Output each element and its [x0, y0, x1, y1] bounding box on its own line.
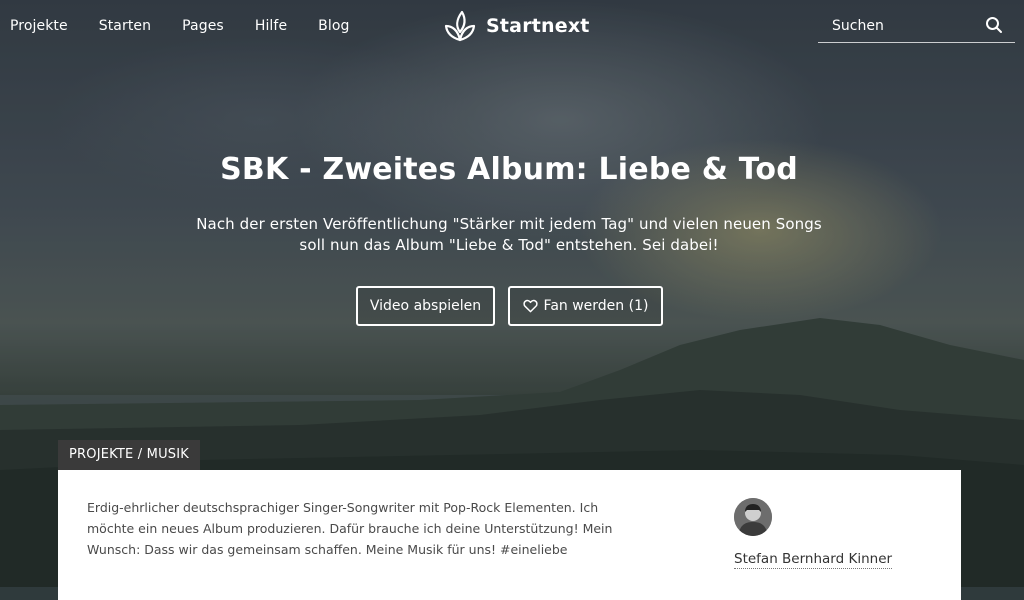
- nav-link-projekte[interactable]: Projekte: [10, 16, 68, 36]
- creator-avatar[interactable]: [734, 498, 772, 536]
- nav-link-blog[interactable]: Blog: [318, 16, 349, 36]
- search-input[interactable]: [830, 14, 984, 38]
- startnext-logo[interactable]: Startnext: [443, 8, 590, 44]
- avatar-photo: [734, 498, 772, 536]
- nav-link-hilfe[interactable]: Hilfe: [255, 16, 287, 36]
- project-info-card: Erdig-ehrlicher deutschsprachiger Singer…: [58, 470, 961, 600]
- main-menu: Projekte Starten Pages Hilfe Blog: [10, 16, 381, 36]
- category-breadcrumb[interactable]: PROJEKTE / MUSIK: [58, 440, 201, 470]
- video-play-button[interactable]: Video abspielen: [356, 286, 495, 326]
- become-fan-label: Fan werden (1): [543, 298, 649, 314]
- project-subtitle: Nach der ersten Veröffentlichung "Stärke…: [196, 215, 822, 254]
- creator-name-link[interactable]: Stefan Bernhard Kinner: [734, 550, 893, 569]
- project-title: SBK - Zweites Album: Liebe & Tod: [220, 152, 798, 187]
- search-icon[interactable]: [985, 16, 1003, 34]
- project-description: Erdig-ehrlicher deutschsprachiger Singer…: [87, 500, 613, 557]
- logo-text: Startnext: [486, 15, 590, 37]
- leaf-logo-icon: [444, 10, 476, 42]
- heart-icon: [522, 299, 538, 313]
- nav-link-pages[interactable]: Pages: [182, 16, 224, 36]
- search-box: [818, 10, 1015, 43]
- top-navigation: Projekte Starten Pages Hilfe Blog Startn…: [0, 0, 1024, 52]
- nav-link-starten[interactable]: Starten: [99, 16, 151, 36]
- become-fan-button[interactable]: Fan werden (1): [508, 286, 663, 326]
